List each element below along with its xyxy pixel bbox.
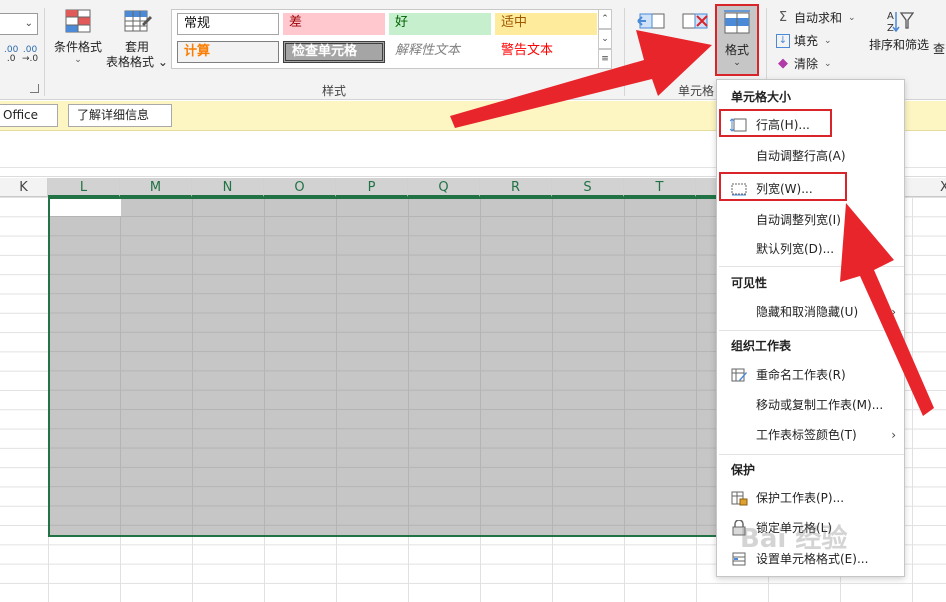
format-as-table-icon [124, 10, 152, 32]
format-dropdown-menu: 单元格大小 行高(H)... 自动调整行高(A) 列宽(W)... 自动调整列宽… [716, 79, 905, 577]
menu-section-visibility: 可见性 [731, 276, 768, 290]
sigma-icon: Σ [778, 10, 788, 25]
selected-range[interactable] [48, 197, 720, 537]
menu-item-autofit-row[interactable]: 自动调整行高(A) [719, 143, 904, 169]
number-group-launcher-icon[interactable] [30, 84, 39, 93]
style-normal[interactable]: 常规 [177, 13, 279, 35]
format-as-table-button[interactable]: 套用 表格格式 ⌄ [106, 8, 168, 70]
column-header-p[interactable]: P [336, 178, 408, 197]
style-neutral[interactable]: 适中 [495, 13, 597, 35]
menu-item-protect-sheet[interactable]: 保护工作表(P)... [719, 485, 904, 511]
fill-button[interactable]: ↓ 填充 ⌄ [776, 32, 832, 49]
svg-text:A: A [887, 11, 894, 22]
conditional-format-button[interactable]: 条件格式 ⌄ [52, 8, 104, 65]
increase-decimal-button[interactable]: .00 →.0 [22, 46, 38, 64]
column-header-m[interactable]: M [120, 178, 192, 197]
submenu-arrow-icon: › [891, 428, 896, 442]
column-width-highlight-box [719, 172, 847, 201]
menu-item-tab-color[interactable]: 工作表标签颜色(T) › [719, 422, 904, 448]
delete-cells-icon [682, 13, 708, 29]
column-header-x[interactable]: X [912, 178, 946, 197]
decrease-decimal-button[interactable]: .00 .0 [4, 46, 18, 64]
menu-item-default-width[interactable]: 默认列宽(D)... [719, 236, 904, 262]
clear-button[interactable]: ◆ 清除 ⌄ [776, 55, 832, 72]
ribbon-separator [44, 8, 45, 96]
font-size-dropdown[interactable]: ⌄ [0, 13, 38, 35]
column-header-q[interactable]: Q [408, 178, 480, 197]
delete-cells-button[interactable] [678, 8, 712, 40]
learn-more-button[interactable]: 了解详细信息 [68, 104, 172, 127]
insert-cells-icon [637, 13, 665, 29]
gallery-expand-icon[interactable]: ≡ [598, 49, 612, 69]
menu-item-rename-sheet[interactable]: 重命名工作表(R) [719, 362, 904, 388]
format-button[interactable]: 格式 ⌄ [715, 4, 759, 76]
menu-section-protect: 保护 [731, 463, 756, 477]
rename-sheet-icon [731, 368, 747, 382]
submenu-arrow-icon: › [891, 305, 896, 319]
svg-text:Z: Z [887, 23, 894, 34]
gallery-scroll-down-icon[interactable]: ⌄ [598, 29, 612, 49]
conditional-format-icon [65, 9, 91, 33]
active-cell[interactable] [50, 199, 121, 216]
fill-down-icon: ↓ [776, 33, 790, 48]
chevron-down-icon: ⌄ [24, 18, 33, 29]
style-explanatory[interactable]: 解释性文本 [389, 41, 491, 63]
protect-sheet-icon [731, 491, 748, 506]
style-bad[interactable]: 差 [283, 13, 385, 35]
menu-section-cell-size: 单元格大小 [731, 90, 792, 104]
get-office-button[interactable]: Office [0, 104, 58, 127]
style-check-cell[interactable]: 检查单元格 [283, 41, 385, 63]
styles-group-label: 样式 [322, 84, 347, 98]
style-warning[interactable]: 警告文本 [495, 41, 597, 63]
menu-item-hide-unhide[interactable]: 隐藏和取消隐藏(U) › [719, 299, 904, 325]
row-height-highlight-box [719, 109, 832, 137]
menu-item-move-copy[interactable]: 移动或复制工作表(M)... [719, 392, 904, 418]
style-good[interactable]: 好 [389, 13, 491, 35]
style-calculation[interactable]: 计算 [177, 41, 279, 63]
sort-filter-icon: A Z [887, 11, 914, 34]
menu-section-organize: 组织工作表 [731, 339, 792, 353]
cell-styles-gallery: 常规 差 好 适中 计算 检查单元格 解释性文本 警告文本 [171, 9, 599, 69]
column-header-l[interactable]: L [48, 178, 120, 197]
column-header-o[interactable]: O [264, 178, 336, 197]
cells-group-label: 单元格 [678, 84, 715, 98]
column-header-s[interactable]: S [552, 178, 624, 197]
column-header-r[interactable]: R [480, 178, 552, 197]
watermark: Bai 经验 [740, 524, 848, 554]
column-header-t[interactable]: T [624, 178, 696, 197]
find-select-button[interactable]: 查 [932, 42, 946, 57]
sort-filter-button[interactable]: A Z 排序和筛选 [866, 8, 932, 53]
insert-cells-button[interactable]: 插 [634, 8, 670, 55]
menu-item-autofit-column[interactable]: 自动调整列宽(I) [719, 207, 904, 233]
gallery-scroll-up-icon[interactable]: ⌃ [598, 9, 612, 29]
eraser-icon: ◆ [778, 56, 788, 71]
format-cells-icon [724, 10, 750, 34]
autosum-button[interactable]: Σ 自动求和 ⌄ [776, 9, 856, 26]
column-header-n[interactable]: N [192, 178, 264, 197]
ribbon-separator [624, 8, 625, 96]
column-header-k[interactable]: K [0, 178, 48, 197]
